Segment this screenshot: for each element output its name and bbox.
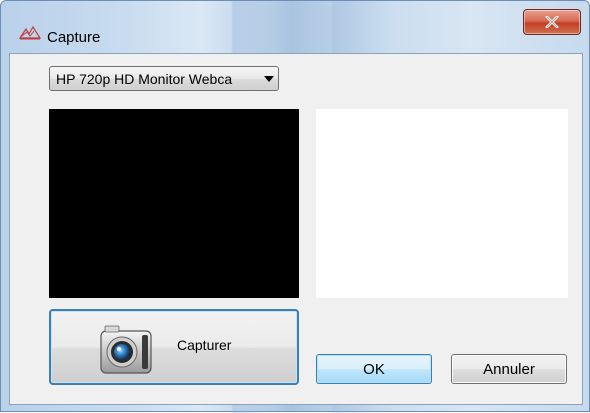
- camera-icon: [100, 325, 152, 374]
- window-title: Capture: [47, 29, 101, 46]
- chevron-down-icon[interactable]: [260, 75, 278, 82]
- title-bar[interactable]: Capture: [1, 1, 589, 47]
- close-icon: [545, 16, 559, 28]
- capture-dialog: Capture HP 720p HD Monitor Webca Capture…: [0, 0, 590, 413]
- capture-app-icon: [19, 25, 41, 40]
- live-preview: [49, 109, 299, 298]
- close-button[interactable]: [523, 9, 581, 35]
- device-dropdown[interactable]: HP 720p HD Monitor Webca: [49, 66, 279, 91]
- device-dropdown-value: HP 720p HD Monitor Webca: [56, 70, 233, 87]
- capture-button[interactable]: Capturer: [49, 309, 299, 385]
- ok-button[interactable]: OK: [316, 354, 432, 384]
- cancel-button[interactable]: Annuler: [451, 354, 567, 384]
- capture-button-label: Capturer: [177, 337, 232, 353]
- captured-preview: [316, 109, 568, 298]
- dialog-body: HP 720p HD Monitor Webca Capturer OK Ann…: [9, 53, 583, 405]
